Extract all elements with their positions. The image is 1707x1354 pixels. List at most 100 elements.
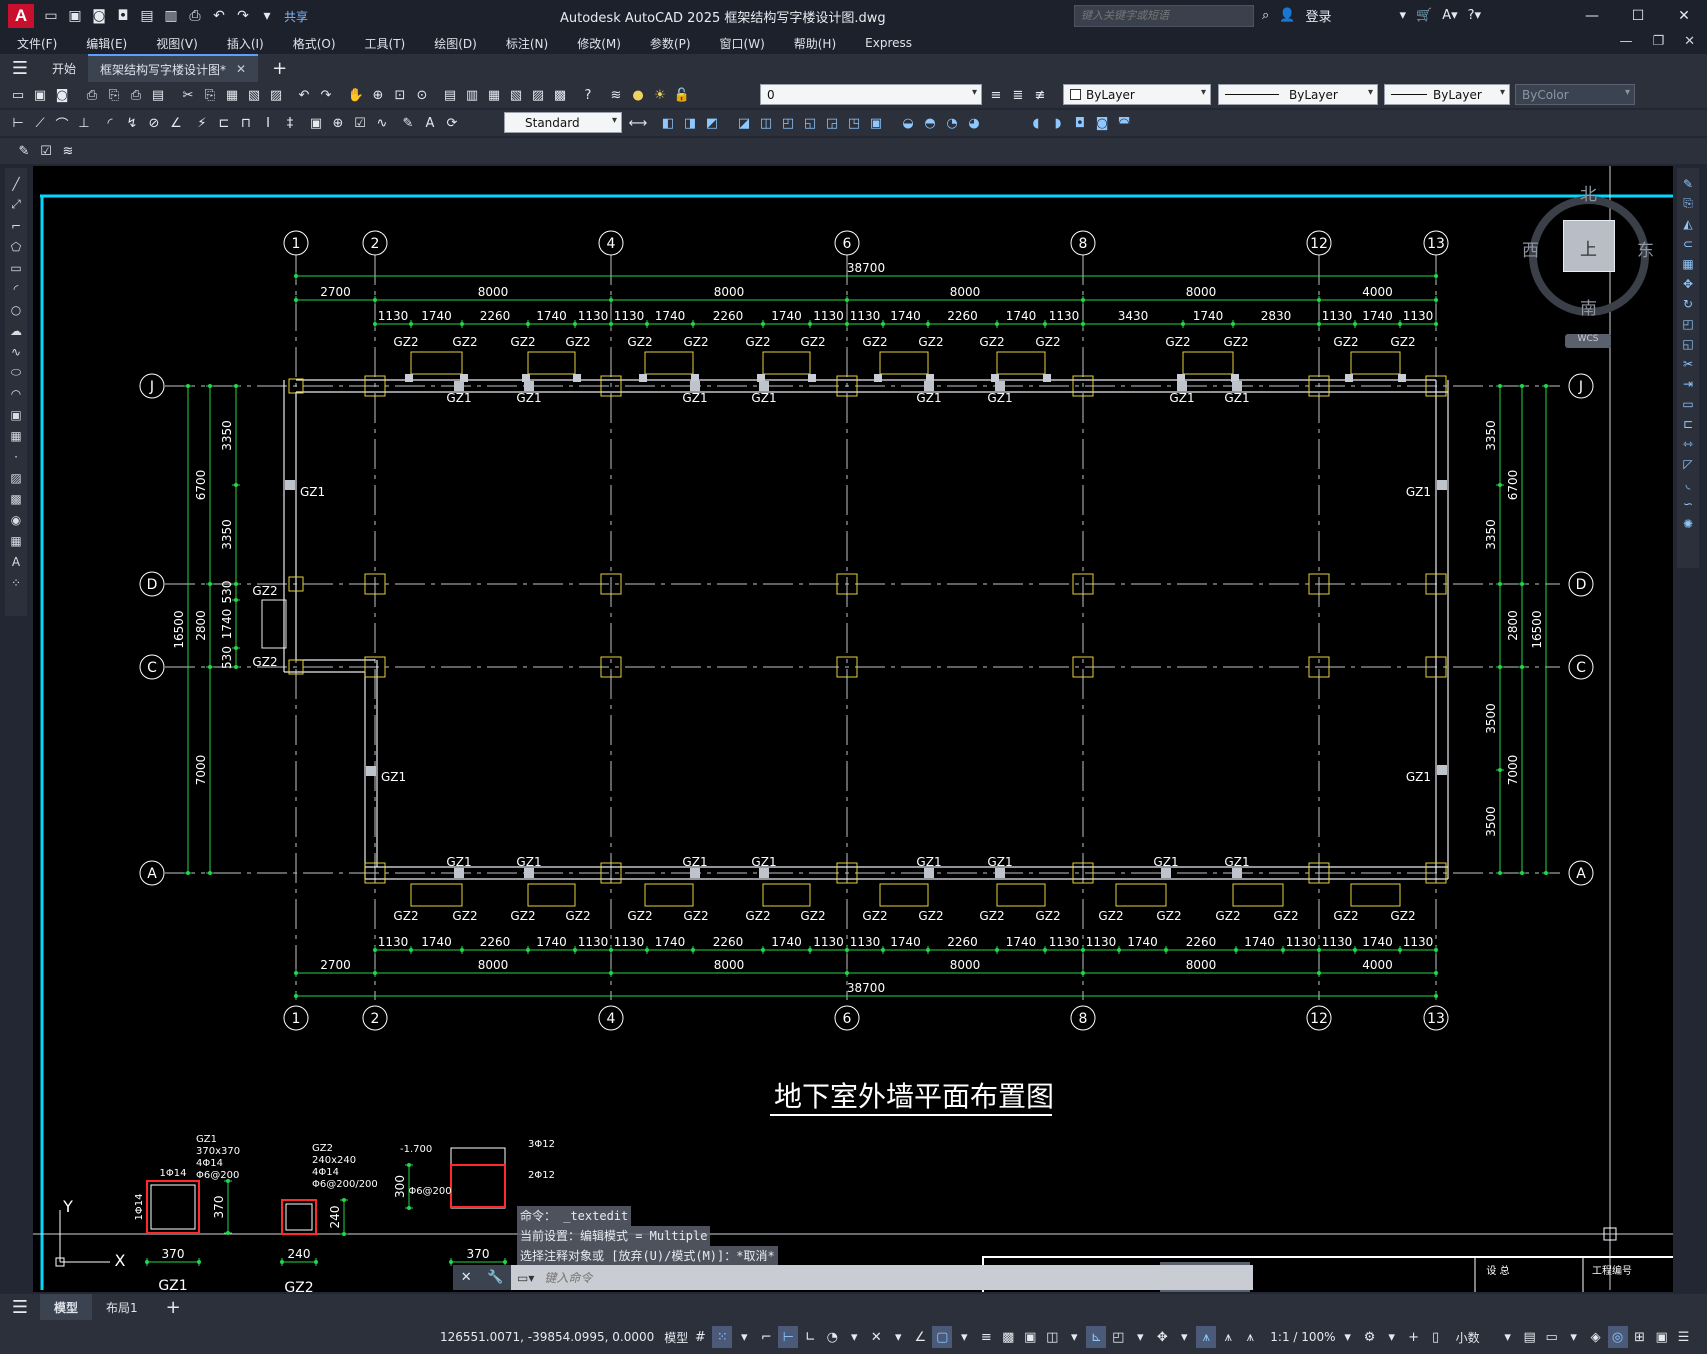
- mtext-icon[interactable]: A: [7, 552, 25, 571]
- slice-icon[interactable]: ◰: [778, 113, 798, 133]
- object-snap-tracking-icon[interactable]: ∠: [910, 1326, 930, 1348]
- menu-insert[interactable]: 插入(I): [210, 35, 276, 52]
- layer-state-icon[interactable]: ≢: [1030, 85, 1050, 105]
- isolate-objects-icon[interactable]: ◈: [1586, 1326, 1606, 1348]
- print-icon[interactable]: ⎙: [184, 5, 206, 27]
- construction-line-icon[interactable]: ⤢: [7, 195, 25, 214]
- layer-properties-icon[interactable]: ≋: [606, 85, 626, 105]
- maximize-icon[interactable]: ☐: [1615, 0, 1661, 32]
- save-as-icon[interactable]: ◘: [112, 5, 134, 27]
- doc-restore-icon[interactable]: ❐: [1652, 34, 1664, 49]
- viewcube-south[interactable]: 南: [1580, 294, 1597, 319]
- command-input[interactable]: [534, 1270, 1235, 1285]
- object-snap-icon[interactable]: ▢: [932, 1326, 953, 1348]
- stretch-icon[interactable]: ◱: [1679, 334, 1697, 353]
- arc-icon[interactable]: ◜: [7, 279, 25, 298]
- doc-close-icon[interactable]: ✕: [1684, 34, 1695, 49]
- undo-icon[interactable]: ↶: [294, 85, 314, 105]
- polygon-icon[interactable]: ⬠: [7, 237, 25, 256]
- selection-cycling-icon[interactable]: ▣: [1020, 1326, 1040, 1348]
- viewcube-top-face[interactable]: 上: [1563, 220, 1615, 272]
- units-icon[interactable]: ▯: [1426, 1326, 1446, 1348]
- save-icon[interactable]: ◙: [88, 5, 110, 27]
- drawing-canvas[interactable]: 1 1 2 2 4 4 6 6 8 8 12 12 13 13 J J D D C C A A GZ2 GZ2 GZ2 GZ2 GZ…: [33, 166, 1673, 1292]
- clean-screen-icon[interactable]: ⊞: [1630, 1326, 1650, 1348]
- dropdown-icon[interactable]: ▾: [1399, 8, 1406, 23]
- selection-filter-icon[interactable]: ◰: [1108, 1326, 1128, 1348]
- customize-dropdown-icon[interactable]: ▾: [256, 5, 278, 27]
- clean-icon[interactable]: ◔: [942, 113, 962, 133]
- annotation-monitor-icon[interactable]: +: [1404, 1326, 1424, 1348]
- attribute-edit-icon[interactable]: ☑: [36, 141, 56, 161]
- tab-model[interactable]: 模型: [40, 1294, 93, 1320]
- make-current-icon[interactable]: ≡: [986, 85, 1006, 105]
- app-menu-icon[interactable]: ☰: [0, 58, 40, 79]
- dim-radius-icon[interactable]: ◜: [100, 113, 120, 133]
- add-selected-icon[interactable]: ⁘: [7, 573, 25, 592]
- new-tab-icon[interactable]: +: [272, 58, 287, 79]
- copy-object-icon[interactable]: ⎘: [1679, 194, 1697, 213]
- mirror-icon[interactable]: ◭: [1679, 214, 1697, 233]
- paste-icon[interactable]: ▦: [222, 85, 242, 105]
- zoom-window-icon[interactable]: ⊡: [390, 85, 410, 105]
- inspect-icon[interactable]: ☑: [350, 113, 370, 133]
- tool-palettes-icon[interactable]: ▦: [484, 85, 504, 105]
- auto-scale-icon[interactable]: ⩚: [1218, 1326, 1238, 1348]
- dim-jogged-icon[interactable]: ↯: [122, 113, 142, 133]
- linetype-dropdown[interactable]: ByLayer ▾: [1218, 84, 1378, 105]
- doc-minimize-icon[interactable]: —: [1619, 34, 1632, 49]
- zoom-realtime-icon[interactable]: ⊕: [368, 85, 388, 105]
- menu-parametric[interactable]: 参数(P): [633, 35, 703, 52]
- 3d-osnap-icon[interactable]: ◫: [1042, 1326, 1062, 1348]
- offset-icon[interactable]: ⊂: [1679, 234, 1697, 253]
- calculator-icon[interactable]: ▩: [550, 85, 570, 105]
- match-prop-icon[interactable]: ▧: [244, 85, 264, 105]
- layer-dropdown[interactable]: 0 ▾: [760, 84, 982, 105]
- workspace-dropdown-icon[interactable]: ▾: [1382, 1326, 1402, 1348]
- layer-lock-icon[interactable]: 🔓: [672, 85, 692, 105]
- region-icon[interactable]: ◉: [7, 510, 25, 529]
- publish-icon[interactable]: ⎙: [126, 85, 146, 105]
- menu-format[interactable]: 格式(O): [276, 35, 348, 52]
- transparency-icon[interactable]: ▩: [998, 1326, 1018, 1348]
- user-icon[interactable]: 👤: [1279, 8, 1295, 23]
- dim-angular-icon[interactable]: ∠: [166, 113, 186, 133]
- polar-icon[interactable]: ◔: [822, 1326, 842, 1348]
- chamfer-icon[interactable]: ◸: [1679, 454, 1697, 473]
- menu-dimension[interactable]: 标注(N): [489, 35, 560, 52]
- rectangle-icon[interactable]: ▭: [7, 258, 25, 277]
- units-dropdown-icon[interactable]: ▾: [1498, 1326, 1518, 1348]
- properties-icon[interactable]: ▤: [440, 85, 460, 105]
- help-icon[interactable]: ?▾: [1468, 8, 1481, 23]
- blend-icon[interactable]: ∽: [1679, 494, 1697, 513]
- markup-icon[interactable]: ▨: [528, 85, 548, 105]
- undo-icon[interactable]: ↶: [208, 5, 230, 27]
- publish-icon[interactable]: ▥: [160, 5, 182, 27]
- dim-text-edit-icon[interactable]: A: [420, 113, 440, 133]
- lock-dropdown-icon[interactable]: ▾: [1564, 1326, 1584, 1348]
- sheet-set-icon[interactable]: ▧: [506, 85, 526, 105]
- ellipse-icon[interactable]: ⬭: [7, 363, 25, 382]
- open-folder-icon[interactable]: ▣: [64, 5, 86, 27]
- new-file-icon[interactable]: ▭: [40, 5, 62, 27]
- move-icon[interactable]: ✥: [1679, 274, 1697, 293]
- polyline-icon[interactable]: ⌐: [7, 216, 25, 235]
- ellipse-arc-icon[interactable]: ◠: [7, 384, 25, 403]
- insert-block-icon[interactable]: ▣: [7, 405, 25, 424]
- snap-icon[interactable]: ⁙: [712, 1326, 733, 1348]
- tolerance-icon[interactable]: ▣: [306, 113, 326, 133]
- menu-modify[interactable]: 修改(M): [560, 35, 633, 52]
- layer-sun-icon[interactable]: ☀: [650, 85, 670, 105]
- break-icon[interactable]: ⊏: [1679, 414, 1697, 433]
- open-icon[interactable]: ▣: [30, 85, 50, 105]
- annotation-visibility-icon[interactable]: ⩚: [1196, 1326, 1217, 1348]
- polar-dropdown-icon[interactable]: ▾: [844, 1326, 864, 1348]
- infer-constraints-icon[interactable]: ⌐: [756, 1326, 776, 1348]
- menu-draw[interactable]: 绘图(D): [417, 35, 489, 52]
- annotation-scale-icon[interactable]: ⩚: [1240, 1326, 1260, 1348]
- subtract-icon[interactable]: ◨: [680, 113, 700, 133]
- 3d-osnap-dropdown-icon[interactable]: ▾: [1064, 1326, 1084, 1348]
- viewcube-north[interactable]: 北: [1580, 180, 1597, 205]
- spline-icon[interactable]: ∿: [7, 342, 25, 361]
- gradient-icon[interactable]: ▩: [7, 489, 25, 508]
